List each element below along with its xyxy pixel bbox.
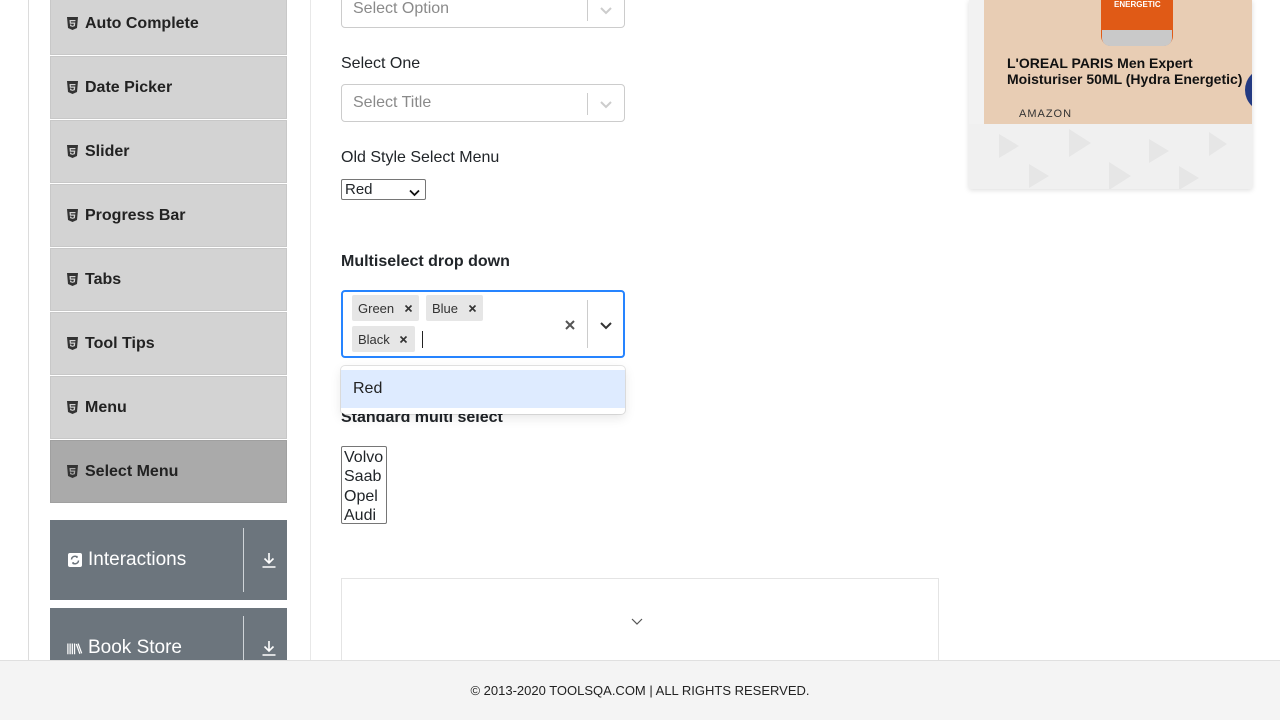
clear-all-icon[interactable] (561, 316, 579, 334)
chip-label: Black (358, 331, 390, 347)
sidebar-item-label: Auto Complete (85, 14, 199, 32)
select-value-dropdown[interactable]: Select Option (341, 0, 625, 28)
sidebar-item-tabs[interactable]: Tabs (50, 248, 287, 311)
multiselect-dropdown[interactable]: Green Blue Black (341, 290, 625, 358)
ad-brand: AMAZON (1019, 108, 1073, 120)
ad-banner-bottom[interactable] (341, 578, 939, 668)
page: Auto Complete Date Picker Slider Progres… (0, 0, 1280, 720)
html5-icon (66, 465, 79, 478)
sidebar-item-label: Date Picker (85, 78, 173, 96)
header-separator (243, 528, 244, 592)
remove-chip-icon[interactable] (393, 326, 415, 352)
sidebar-divider (310, 0, 311, 660)
old-style-select-value: Red (345, 181, 373, 198)
indicator-separator (587, 0, 588, 21)
sidebar-item-date-picker[interactable]: Date Picker (50, 56, 287, 119)
download-icon[interactable] (259, 550, 279, 570)
html5-icon (66, 401, 79, 414)
multiselect-label: Multiselect drop down (341, 253, 510, 270)
left-border (28, 0, 29, 660)
group-header-label: Interactions (88, 549, 187, 570)
option-saab[interactable]: Saab (344, 467, 386, 486)
html5-icon (66, 273, 79, 286)
option-opel[interactable]: Opel (344, 487, 386, 506)
standard-multi-select[interactable]: Volvo Saab Opel Audi (341, 446, 387, 524)
indicator-separator (587, 93, 588, 115)
ad-pattern (969, 124, 1252, 189)
sidebar-item-menu[interactable]: Menu (50, 376, 287, 439)
select-one-dropdown[interactable]: Select Title (341, 84, 625, 122)
remove-chip-icon[interactable] (461, 295, 483, 321)
chevron-down-icon[interactable] (597, 1, 615, 19)
html5-icon (66, 81, 79, 94)
sidebar-item-label: Slider (85, 142, 130, 160)
group-header-interactions[interactable]: Interactions (50, 520, 287, 600)
select-arrow-icon (409, 185, 420, 197)
select-one-label: Select One (341, 55, 421, 72)
chip-label: Green (358, 300, 395, 316)
select-value-placeholder: Select Option (353, 0, 450, 17)
multiselect-menu: Red (341, 366, 625, 414)
chip-green: Green (352, 295, 420, 321)
sidebar-item-auto-complete[interactable]: Auto Complete (50, 0, 287, 55)
sidebar-item-select-menu[interactable]: Select Menu (50, 440, 287, 503)
option-audi[interactable]: Audi (344, 506, 386, 525)
ad-product-title[interactable]: L'OREAL PARIS Men Expert Moisturiser 50M… (1007, 55, 1252, 87)
html5-icon (66, 337, 79, 350)
indicator-separator (587, 300, 588, 348)
ad-product-card[interactable]: ENERGETIC L'OREAL PARIS Men Expert Moist… (984, 0, 1252, 124)
download-icon[interactable] (259, 638, 279, 658)
menu-option-red[interactable]: Red (341, 370, 625, 408)
chevron-down-icon[interactable] (597, 95, 615, 113)
html5-icon (66, 145, 79, 158)
book-store-icon (67, 640, 83, 656)
chip-blue: Blue (426, 295, 484, 321)
chip-black: Black (352, 326, 415, 352)
footer-copyright: © 2013-2020 TOOLSQA.COM | ALL RIGHTS RES… (470, 683, 810, 698)
sidebar-item-label: Progress Bar (85, 206, 186, 224)
group-header-label: Book Store (88, 637, 182, 658)
sidebar-item-tool-tips[interactable]: Tool Tips (50, 312, 287, 375)
chevron-down-icon[interactable] (630, 614, 644, 628)
sidebar-item-label: Tabs (85, 270, 122, 288)
sidebar-item-label: Tool Tips (85, 334, 155, 352)
old-style-select-label: Old Style Select Menu (341, 149, 500, 166)
sidebar-item-label: Select Menu (85, 462, 179, 480)
chip-label: Blue (432, 300, 459, 316)
product-image-label: ENERGETIC (1114, 0, 1161, 9)
html5-icon (66, 209, 79, 222)
option-volvo[interactable]: Volvo (344, 448, 386, 467)
sidebar-item-label: Menu (85, 398, 127, 416)
ad-panel[interactable]: ENERGETIC L'OREAL PARIS Men Expert Moist… (969, 0, 1252, 189)
footer: © 2013-2020 TOOLSQA.COM | ALL RIGHTS RES… (0, 660, 1280, 720)
old-style-select[interactable]: Red (341, 179, 426, 200)
sidebar-item-progress-bar[interactable]: Progress Bar (50, 184, 287, 247)
remove-chip-icon[interactable] (397, 295, 419, 321)
text-cursor[interactable] (422, 331, 423, 348)
sidebar-item-slider[interactable]: Slider (50, 120, 287, 183)
select-one-placeholder: Select Title (353, 94, 432, 111)
chevron-down-icon[interactable] (597, 316, 615, 334)
product-image-bottom (1102, 30, 1172, 46)
html5-icon (66, 17, 79, 30)
interactions-icon (67, 552, 83, 568)
